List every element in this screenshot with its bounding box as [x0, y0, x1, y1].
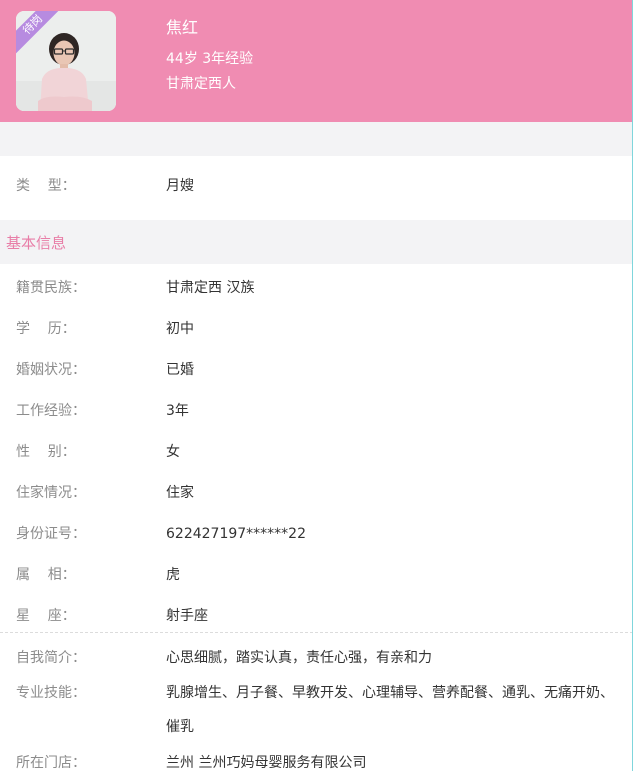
info-label: 属 相：: [16, 567, 76, 583]
info-label: 学 历：: [16, 321, 76, 337]
info-value: 初中: [166, 321, 194, 337]
section-header: 基本信息: [0, 220, 632, 264]
info-value: 虎: [166, 567, 180, 583]
info-value: 心思细腻，踏实认真，责任心强，有亲和力: [166, 650, 432, 666]
info-value: 射手座: [166, 608, 208, 624]
info-label: 籍贯民族：: [16, 280, 86, 296]
info-value: 622427197******22: [166, 526, 306, 542]
info-value: 3年: [166, 403, 189, 419]
info-row-gender: 性 别： 女: [0, 442, 632, 462]
info-label: 婚姻状况：: [16, 362, 86, 378]
avatar[interactable]: 待岗: [16, 11, 116, 111]
profile-header: 待岗 焦红 44岁 3年经验 甘肃定西人: [0, 0, 632, 122]
info-label: 自我简介：: [16, 650, 86, 666]
info-value: 兰州 兰州巧妈母婴服务有限公司: [166, 755, 367, 771]
info-value: 女: [166, 444, 180, 460]
info-row-live-in: 住家情况： 住家: [0, 483, 632, 503]
info-value: 住家: [166, 485, 194, 501]
dashed-divider: [0, 632, 632, 633]
info-row-id-number: 身份证号： 622427197******22: [0, 524, 632, 544]
info-label: 所在门店：: [16, 755, 86, 771]
profile-name: 焦红: [166, 18, 199, 37]
info-row-type: 类 型： 月嫂: [0, 176, 632, 196]
info-row-experience: 工作经验： 3年: [0, 401, 632, 421]
profile-hometown: 甘肃定西人: [166, 76, 236, 92]
info-label: 住家情况：: [16, 485, 86, 501]
info-label: 工作经验：: [16, 403, 86, 419]
info-row-marital: 婚姻状况： 已婚: [0, 360, 632, 380]
info-row-education: 学 历： 初中: [0, 319, 632, 339]
info-row-zodiac: 属 相： 虎: [0, 565, 632, 585]
info-label: 身份证号：: [16, 526, 86, 542]
info-label: 星 座：: [16, 608, 76, 624]
profile-age-experience: 44岁 3年经验: [166, 51, 254, 67]
skills-label: 专业技能：: [16, 685, 86, 701]
info-value: 已婚: [166, 362, 194, 378]
info-label: 性 别：: [16, 444, 76, 460]
info-value: 月嫂: [166, 178, 194, 194]
info-row-intro: 自我简介： 心思细腻，踏实认真，责任心强，有亲和力: [0, 648, 632, 668]
info-row-store: 所在门店： 兰州 兰州巧妈母婴服务有限公司: [0, 753, 632, 771]
skills-value: 乳腺增生、月子餐、早教开发、心理辅导、营养配餐、通乳、无痛开奶、催乳: [166, 685, 614, 735]
section-title: 基本信息: [6, 234, 67, 252]
info-value: 甘肃定西 汉族: [166, 280, 255, 296]
profile-page: 待岗 焦红 44岁 3年经验 甘肃定西人 类 型： 月嫂 基本信息 籍贯民族： …: [0, 0, 633, 771]
info-row-origin: 籍贯民族： 甘肃定西 汉族: [0, 278, 632, 298]
info-label: 类 型：: [16, 178, 76, 194]
section-divider: [0, 122, 632, 156]
info-row-star-sign: 星 座： 射手座: [0, 606, 632, 626]
